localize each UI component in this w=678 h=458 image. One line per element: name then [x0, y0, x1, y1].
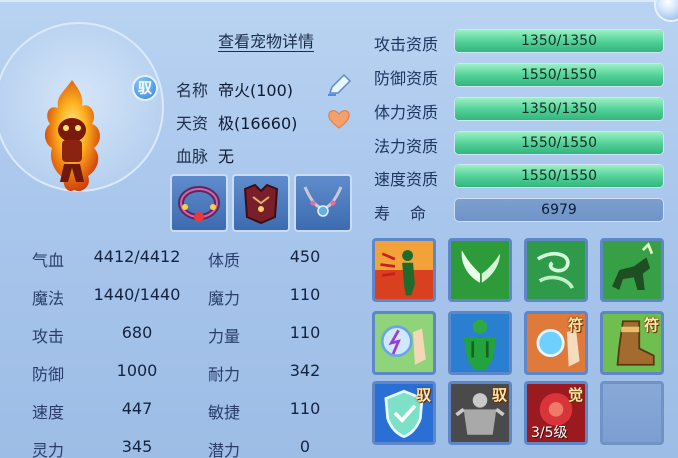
- skill-tag: 符: [567, 316, 583, 334]
- equipment-slot-armor[interactable]: [232, 174, 290, 232]
- stat-speed: 速度 447: [32, 399, 152, 423]
- pet-talent-row: 天资 极(16660): [176, 110, 297, 134]
- stat-label: 潜力: [208, 441, 241, 458]
- stat-defense: 防御 1000: [32, 361, 157, 385]
- stat-label: 魔法: [32, 289, 65, 308]
- skill-slot[interactable]: [448, 311, 512, 375]
- skill-tag: 驭: [491, 386, 507, 404]
- stat-label: 体质: [208, 251, 241, 270]
- stat-mp: 魔法 1440/1440: [32, 285, 180, 309]
- stat-value: 680: [121, 323, 153, 342]
- stat-value: 342: [289, 361, 321, 380]
- stat-agility: 敏捷 110: [208, 399, 320, 423]
- stat-value: 0: [299, 437, 311, 456]
- necklace-item-icon: [303, 186, 343, 217]
- rename-pencil-icon[interactable]: [326, 73, 354, 97]
- skill-slot[interactable]: 符: [600, 311, 664, 375]
- defense-aptitude-bar: 1550/1550: [454, 63, 664, 87]
- stamina-aptitude-bar: 1350/1350: [454, 97, 664, 121]
- skill-level: 3/5级: [531, 425, 568, 441]
- skill-slot[interactable]: [372, 311, 436, 375]
- stat-label: 灵力: [32, 441, 65, 458]
- stamina-aptitude-label: 体力资质: [374, 103, 439, 122]
- stat-attack: 攻击 680: [32, 323, 152, 347]
- skill-tag: 觉: [567, 386, 583, 404]
- stat-spirit: 灵力 345: [32, 437, 152, 458]
- aptitude-value: 1550/1550: [521, 168, 597, 184]
- empty-skill-slot[interactable]: [600, 381, 664, 445]
- talent-label: 天资: [176, 114, 209, 133]
- skill-slot[interactable]: 驭: [372, 381, 436, 445]
- green-giant-icon: [451, 314, 509, 372]
- heart-icon[interactable]: [327, 108, 351, 130]
- name-value: 帝火(100): [218, 81, 294, 100]
- yu-badge: 驭: [132, 75, 158, 101]
- stat-label: 速度: [32, 403, 65, 422]
- skill-slot[interactable]: [524, 238, 588, 302]
- stat-value: 345: [121, 437, 153, 456]
- lightning-palm-icon: [375, 314, 433, 372]
- stat-value: 447: [121, 399, 153, 418]
- stat-value: 1440/1440: [93, 285, 181, 304]
- magic-aptitude-label: 法力资质: [374, 137, 439, 156]
- skill-slot[interactable]: 符: [524, 311, 588, 375]
- attack-aptitude-label: 攻击资质: [374, 35, 439, 54]
- attack-aptitude-bar: 1350/1350: [454, 29, 664, 53]
- wind-spirit-icon: [527, 241, 585, 299]
- equipment-slot-necklace[interactable]: [294, 174, 352, 232]
- equipment-slot-collar[interactable]: [170, 174, 228, 232]
- skill-slot[interactable]: [372, 238, 436, 302]
- magic-aptitude-bar: 1550/1550: [454, 131, 664, 155]
- stat-label: 攻击: [32, 327, 65, 346]
- skill-tag: 符: [643, 316, 659, 334]
- aptitude-value: 1350/1350: [521, 101, 597, 117]
- speed-aptitude-bar: 1550/1550: [454, 164, 664, 188]
- pet-model-image: [44, 80, 100, 192]
- skill-slot[interactable]: 驭: [448, 381, 512, 445]
- stat-potential: 潜力 0: [208, 437, 310, 458]
- bloodline-value: 无: [218, 147, 235, 166]
- bloodline-label: 血脉: [176, 147, 209, 166]
- stat-value: 1000: [116, 361, 158, 380]
- stat-label: 魔力: [208, 289, 241, 308]
- collar-item-icon: [178, 186, 220, 222]
- aptitude-value: 1550/1550: [521, 67, 597, 83]
- stat-label: 耐力: [208, 365, 241, 384]
- lifespan-value: 6979: [454, 198, 664, 222]
- talent-value: 极(16660): [218, 114, 298, 133]
- aptitude-value: 1550/1550: [521, 135, 597, 151]
- stat-label: 防御: [32, 365, 65, 384]
- aptitude-value: 1350/1350: [521, 33, 597, 49]
- equipment-row: [170, 174, 352, 232]
- view-pet-details-link[interactable]: 查看宠物详情: [218, 28, 314, 52]
- skill-slot[interactable]: [448, 238, 512, 302]
- defense-aptitude-label: 防御资质: [374, 69, 439, 88]
- skill-tag: 驭: [415, 386, 431, 404]
- stat-value: 110: [289, 323, 321, 342]
- armor-item-icon: [243, 183, 279, 225]
- stat-value: 450: [289, 247, 321, 266]
- beast-rider-icon: [603, 241, 661, 299]
- stat-hp: 气血 4412/4412: [32, 247, 180, 271]
- stat-strength: 力量 110: [208, 323, 320, 347]
- stat-magic-power: 魔力 110: [208, 285, 320, 309]
- stat-constitution: 体质 450: [208, 247, 320, 271]
- stat-label: 气血: [32, 251, 65, 270]
- skill-slot[interactable]: [600, 238, 664, 302]
- stat-value: 4412/4412: [93, 247, 181, 266]
- name-label: 名称: [176, 81, 209, 100]
- pet-name-row: 名称 帝火(100): [176, 77, 293, 101]
- stat-label: 力量: [208, 327, 241, 346]
- stat-label: 敏捷: [208, 403, 241, 422]
- stat-value: 110: [289, 399, 321, 418]
- stat-value: 110: [289, 285, 321, 304]
- skill-slot[interactable]: 觉 3/5级: [524, 381, 588, 445]
- fire-body-icon: [375, 241, 433, 299]
- pet-bloodline-row: 血脉无: [176, 143, 234, 167]
- speed-aptitude-label: 速度资质: [374, 170, 439, 189]
- wings-icon: [451, 241, 509, 299]
- stat-endurance: 耐力 342: [208, 361, 320, 385]
- lifespan-label: 寿命: [374, 204, 447, 223]
